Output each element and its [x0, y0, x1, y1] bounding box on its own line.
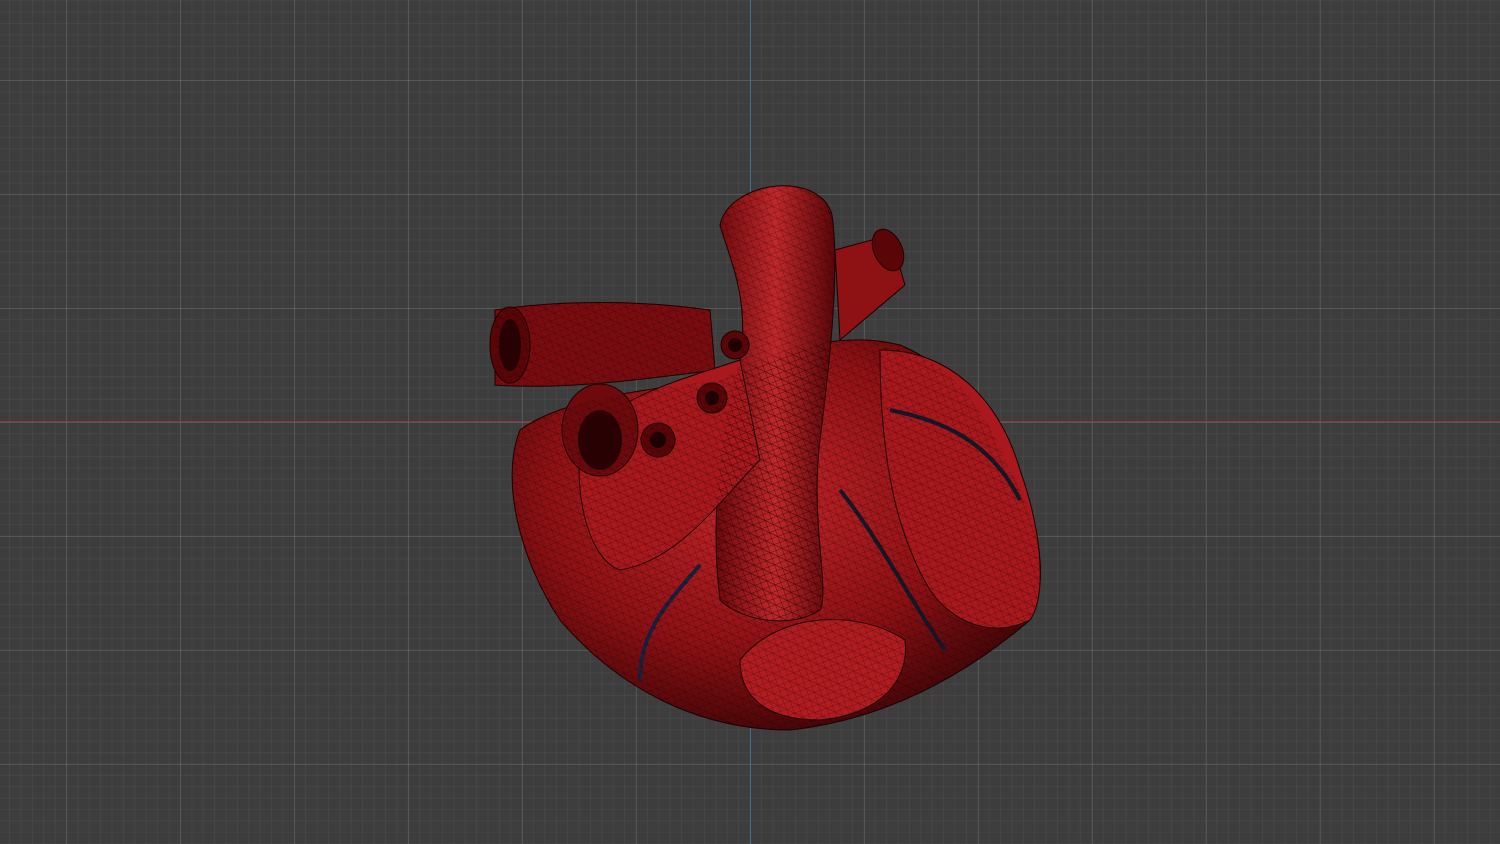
3d-viewport[interactable] — [0, 0, 1500, 844]
heart-mesh-icon[interactable] — [0, 0, 1500, 844]
heart-model — [489, 185, 1041, 731]
